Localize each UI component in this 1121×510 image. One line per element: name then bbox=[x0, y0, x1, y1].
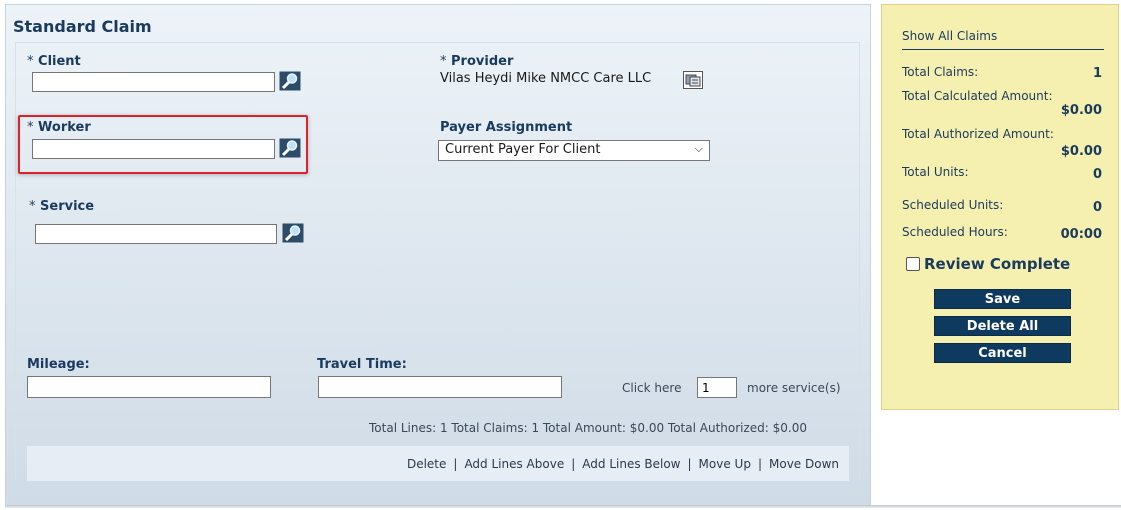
client-label: * Client bbox=[27, 54, 81, 69]
delete-all-button[interactable]: Delete All bbox=[934, 316, 1071, 336]
scheduled-units-value: 0 bbox=[1092, 200, 1102, 215]
separator: | bbox=[453, 457, 458, 471]
chevron-down-icon: ⌵ bbox=[694, 142, 703, 155]
provider-label: * Provider bbox=[440, 54, 514, 69]
total-calculated-label: Total Calculated Amount: bbox=[902, 89, 1053, 103]
scheduled-hours-value: 00:00 bbox=[1060, 227, 1102, 242]
review-complete-control[interactable]: Review Complete bbox=[906, 255, 1070, 273]
delete-line-link[interactable]: Delete bbox=[407, 457, 446, 471]
service-lookup-icon[interactable] bbox=[282, 223, 304, 243]
worker-lookup-icon[interactable] bbox=[279, 138, 301, 158]
totals-summary: Total Lines: 1 Total Claims: 1 Total Amo… bbox=[369, 421, 807, 435]
client-lookup-icon[interactable] bbox=[279, 71, 301, 91]
payer-selected-value: Current Payer For Client bbox=[445, 142, 601, 157]
worker-label: * Worker bbox=[27, 120, 91, 135]
provider-value: Vilas Heydi Mike NMCC Care LLC bbox=[440, 71, 652, 86]
claims-summary-sidebar: Show All Claims Total Claims: 1 Total Ca… bbox=[881, 4, 1119, 410]
save-button[interactable]: Save bbox=[934, 289, 1071, 309]
page-title: Standard Claim bbox=[13, 17, 152, 36]
travel-time-input[interactable] bbox=[318, 376, 562, 398]
worker-input[interactable] bbox=[32, 139, 275, 159]
line-actions-bar: Delete | Add Lines Above | Add Lines Below | M… bbox=[27, 446, 849, 481]
move-down-link[interactable]: Move Down bbox=[769, 457, 839, 471]
total-units-label: Total Units: bbox=[902, 165, 969, 179]
client-input[interactable] bbox=[32, 72, 275, 92]
scheduled-units-label: Scheduled Units: bbox=[902, 198, 1004, 212]
separator: | bbox=[687, 457, 692, 471]
sidebar-divider bbox=[902, 49, 1104, 50]
click-here-label: Click here bbox=[622, 381, 682, 395]
service-input[interactable] bbox=[35, 224, 277, 244]
mileage-input[interactable] bbox=[27, 376, 271, 398]
claim-form-frame bbox=[15, 42, 860, 482]
separator: | bbox=[757, 457, 762, 471]
total-units-value: 0 bbox=[1092, 167, 1102, 182]
total-authorized-value: $0.00 bbox=[1060, 144, 1102, 159]
more-services-count-input[interactable] bbox=[697, 377, 737, 398]
payer-assignment-select[interactable]: Current Payer For Client ⌵ bbox=[438, 140, 710, 161]
mileage-label: Mileage: bbox=[27, 357, 90, 372]
panel-shadow bbox=[5, 505, 1121, 508]
review-complete-checkbox[interactable] bbox=[906, 257, 920, 271]
total-authorized-label: Total Authorized Amount: bbox=[902, 127, 1054, 141]
provider-card-icon[interactable] bbox=[683, 71, 703, 89]
add-lines-below-link[interactable]: Add Lines Below bbox=[582, 457, 680, 471]
total-claims-value: 1 bbox=[1092, 66, 1102, 81]
scheduled-hours-label: Scheduled Hours: bbox=[902, 225, 1008, 239]
show-all-claims-link[interactable]: Show All Claims bbox=[902, 29, 997, 43]
add-lines-above-link[interactable]: Add Lines Above bbox=[464, 457, 564, 471]
total-claims-label: Total Claims: bbox=[902, 65, 979, 79]
total-calculated-value: $0.00 bbox=[1060, 103, 1102, 118]
service-label: * Service bbox=[29, 199, 95, 214]
move-up-link[interactable]: Move Up bbox=[699, 457, 751, 471]
more-services-label: more service(s) bbox=[747, 381, 841, 395]
cancel-button[interactable]: Cancel bbox=[934, 343, 1071, 363]
payer-assignment-label: Payer Assignment bbox=[440, 120, 573, 135]
review-complete-label: Review Complete bbox=[924, 255, 1071, 273]
separator: | bbox=[571, 457, 576, 471]
travel-time-label: Travel Time: bbox=[317, 357, 407, 372]
